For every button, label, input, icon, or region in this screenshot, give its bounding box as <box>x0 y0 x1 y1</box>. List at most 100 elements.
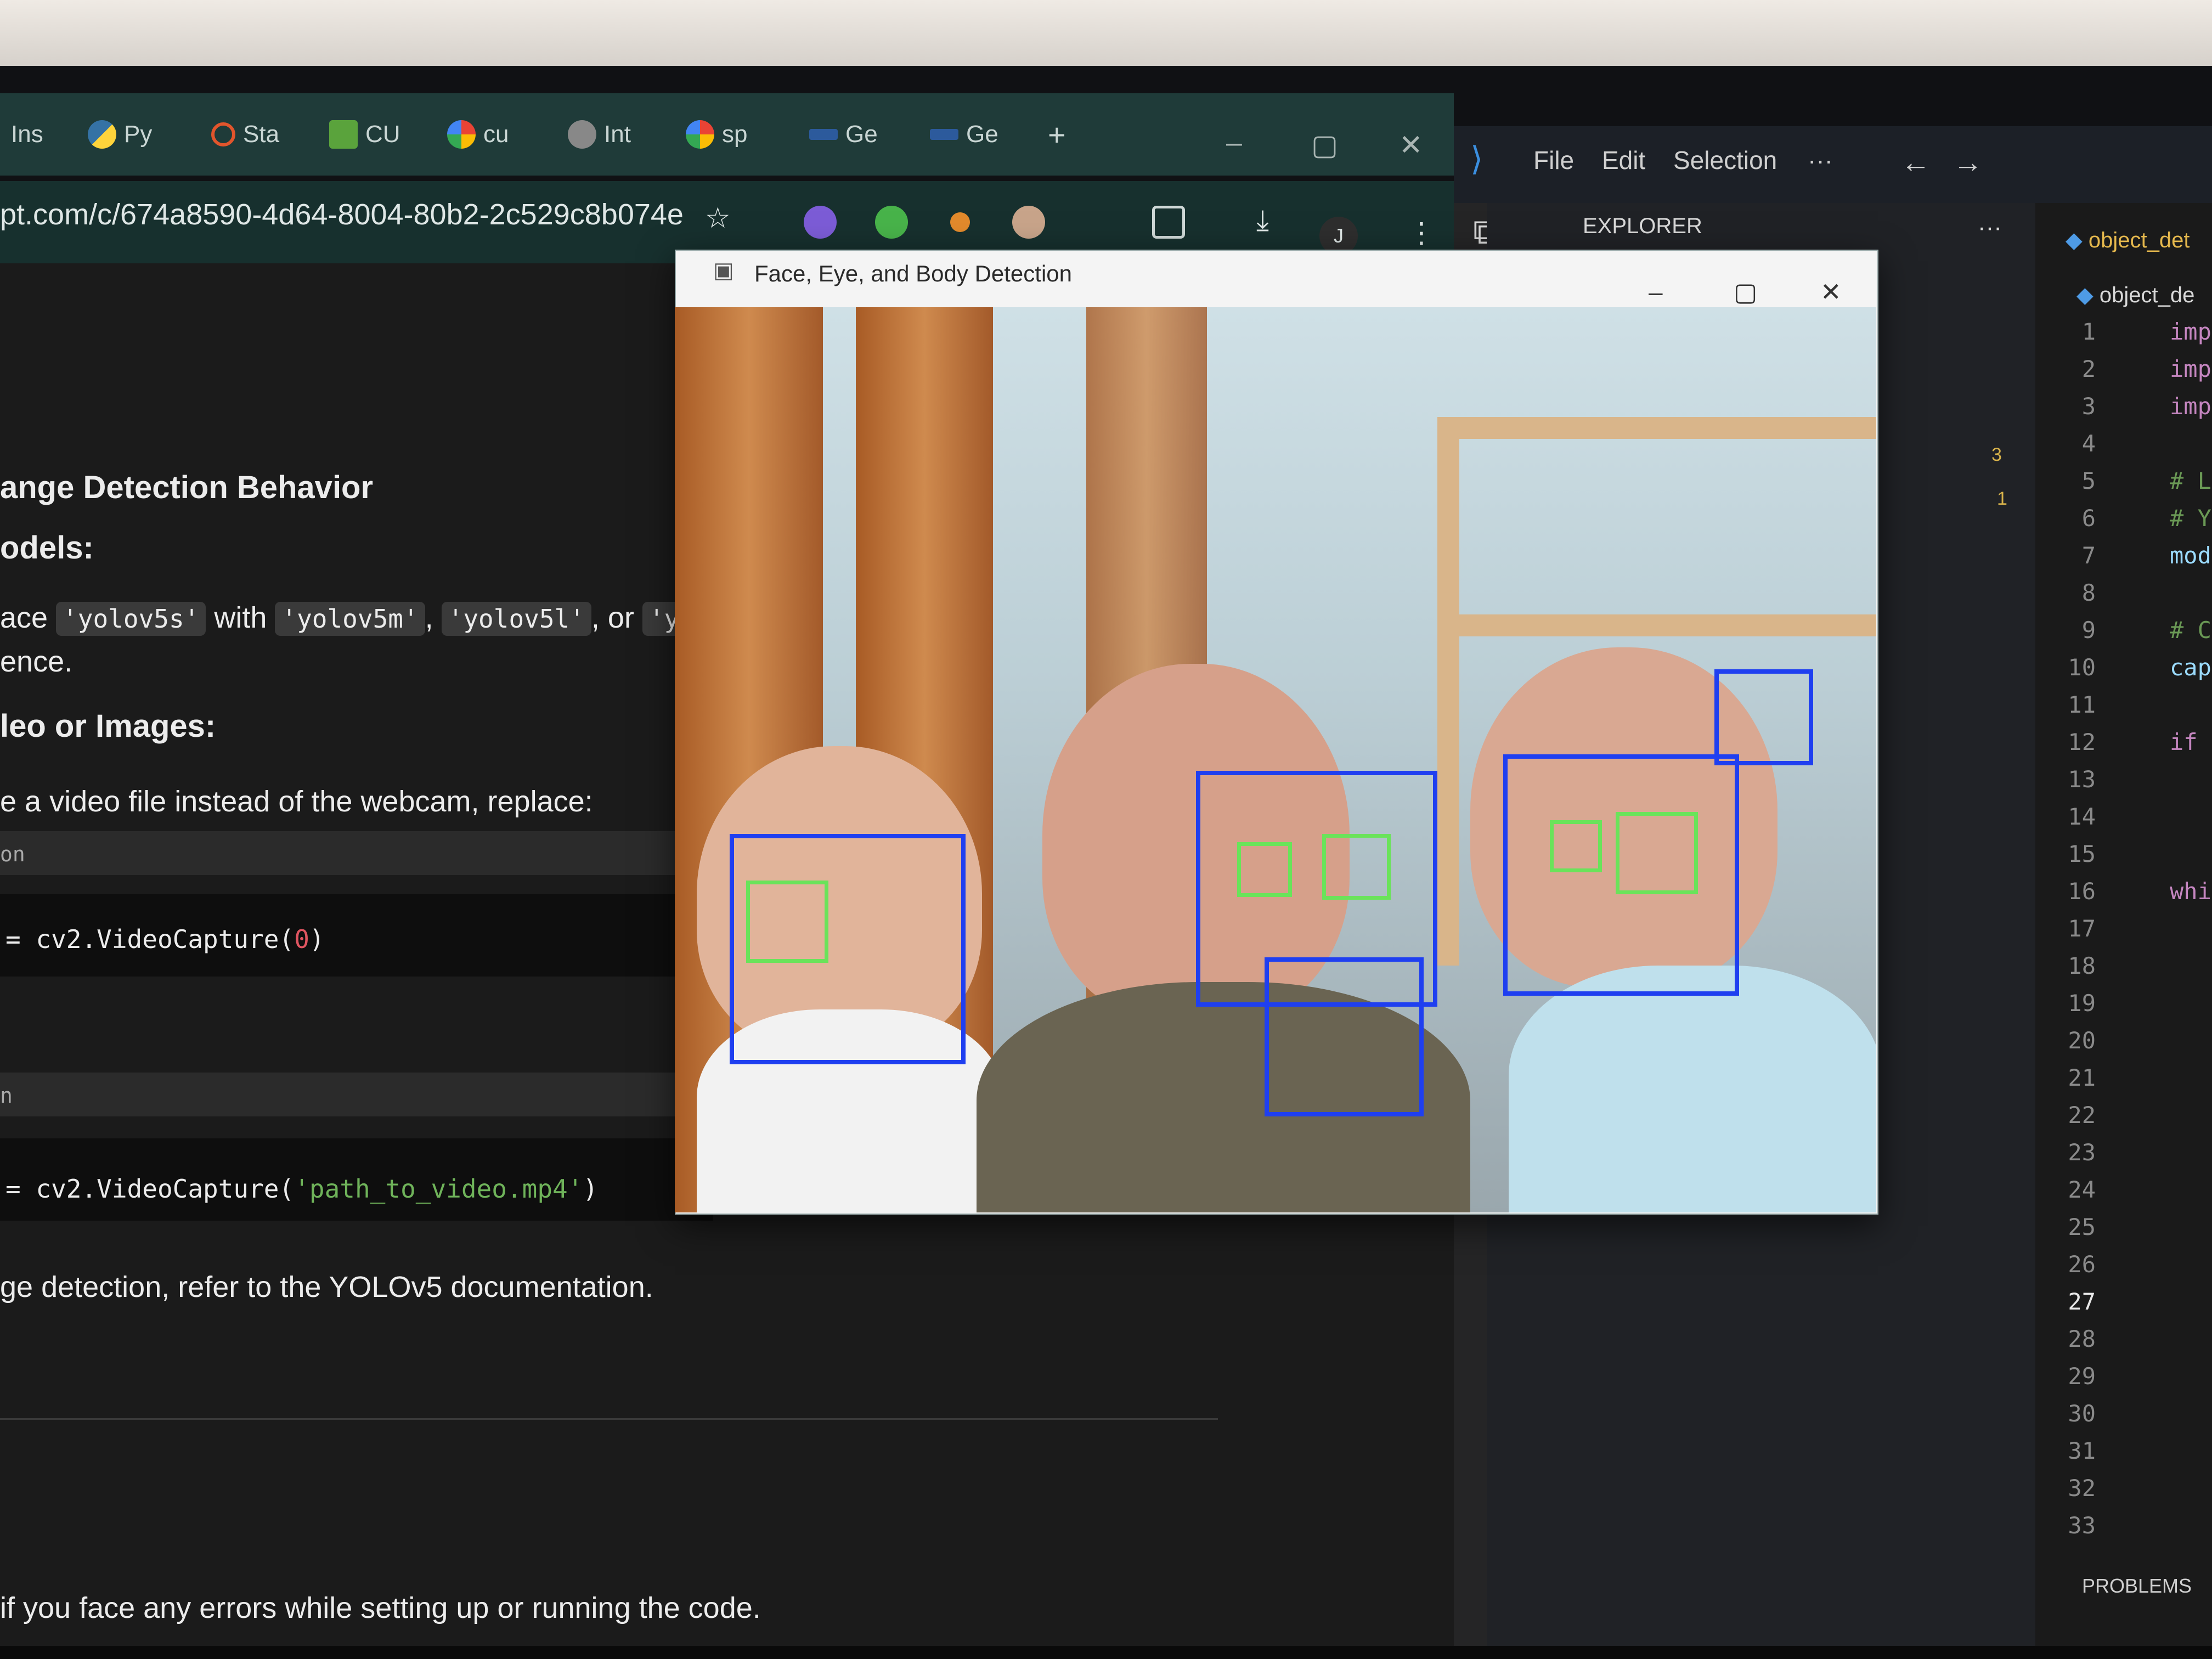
line-number: 28 <box>2068 1325 2096 1352</box>
download-icon[interactable]: ⤓ <box>1256 204 1269 238</box>
line-number: 10 <box>2068 654 2096 681</box>
browser-tab[interactable]: Sta <box>211 112 279 156</box>
line-number: 2 <box>2081 356 2096 382</box>
browser-tab[interactable]: Py <box>88 112 152 156</box>
google-icon <box>686 120 714 149</box>
wall-background <box>0 0 2212 66</box>
code-token: # L <box>2170 467 2211 494</box>
subheading-models: odels: <box>0 530 94 566</box>
line-number: 30 <box>2068 1400 2096 1427</box>
line-number: 31 <box>2068 1437 2096 1464</box>
webcam-video-frame <box>675 307 1876 1212</box>
shelf <box>1437 417 1459 966</box>
line-number: 24 <box>2068 1176 2096 1203</box>
browser-tab[interactable]: Ge <box>930 112 998 156</box>
tab-label: Ge <box>966 121 998 148</box>
code-token: cap <box>2170 654 2211 681</box>
models-paragraph: ace 'yolov5s' with 'yolov5m', 'yolov5l',… <box>0 601 686 636</box>
extensions-puzzle-icon[interactable] <box>1152 206 1185 239</box>
vscode-logo-icon: ⟩ <box>1470 140 1483 177</box>
tab-label: Ins <box>11 121 43 148</box>
code-token: mod <box>2170 542 2211 569</box>
tab-label: CU <box>365 121 400 148</box>
gemini-icon <box>930 129 958 140</box>
eye-bounding-box <box>1550 820 1602 872</box>
tab-label: Sta <box>243 121 280 148</box>
line-number: 25 <box>2068 1214 2096 1240</box>
tab-label: Ge <box>845 121 878 148</box>
browser-menu-icon[interactable]: ⋮ <box>1407 217 1436 250</box>
inline-code: 'yolov5m' <box>275 602 425 636</box>
line-number: 29 <box>2068 1363 2096 1390</box>
browser-close-icon[interactable]: ✕ <box>1399 129 1423 162</box>
forward-arrow-icon[interactable]: → <box>1953 145 1983 179</box>
line-number: 20 <box>2068 1027 2096 1054</box>
extension-icon[interactable] <box>875 206 908 239</box>
models-paragraph-end: ence. <box>0 645 73 678</box>
line-number: 18 <box>2068 952 2096 979</box>
close-button[interactable]: ✕ <box>1820 277 1842 307</box>
new-tab-button[interactable]: + <box>1048 112 1066 156</box>
bookmark-star-icon[interactable]: ☆ <box>705 202 731 235</box>
eye-bounding-box <box>1237 842 1292 897</box>
line-number: 23 <box>2068 1139 2096 1166</box>
person-right-shirt <box>1509 966 1876 1212</box>
code-token: imp <box>2170 356 2211 382</box>
line-number: 7 <box>2081 542 2096 569</box>
face-bounding-box <box>1714 669 1813 765</box>
video-paragraph: e a video file instead of the webcam, re… <box>0 785 593 818</box>
code-block-header <box>0 831 713 875</box>
code-token: if <box>2170 729 2198 755</box>
line-number: 4 <box>2081 430 2096 457</box>
line-number: 8 <box>2081 579 2096 606</box>
python-icon <box>88 120 116 149</box>
line-number: 19 <box>2068 990 2096 1017</box>
line-number: 3 <box>2081 393 2096 420</box>
minimize-button[interactable]: – <box>1649 277 1663 307</box>
eye-bounding-box <box>1322 834 1391 900</box>
browser-minimize-icon[interactable]: – <box>1226 126 1242 159</box>
panel-tab-problems[interactable]: PROBLEMS <box>2082 1575 2192 1598</box>
line-number: 26 <box>2068 1251 2096 1278</box>
menu-edit[interactable]: Edit <box>1602 145 1645 175</box>
breadcrumb: ◆ object_de <box>2076 283 2195 307</box>
line-number: 6 <box>2081 505 2096 532</box>
extension-icon[interactable] <box>1012 206 1045 239</box>
errors-paragraph: if you face any errors while setting up … <box>0 1592 761 1624</box>
tab-label: sp <box>722 121 748 148</box>
browser-tab[interactable]: Int <box>568 112 631 156</box>
editor-tab[interactable]: ◆ object_det <box>2066 228 2190 253</box>
browser-tab[interactable]: Ins <box>11 112 43 156</box>
line-number: 16 <box>2068 878 2096 905</box>
line-number: 1 <box>2081 318 2096 345</box>
code-language-label: n <box>0 1084 13 1108</box>
line-number: 32 <box>2068 1475 2096 1502</box>
detection-window-title: Face, Eye, and Body Detection <box>754 261 1072 286</box>
line-number: 5 <box>2081 467 2096 494</box>
maximize-button[interactable]: ▢ <box>1734 277 1757 307</box>
extension-icon[interactable] <box>950 212 970 232</box>
line-number: 15 <box>2068 840 2096 867</box>
browser-tab[interactable]: Ge <box>809 112 878 156</box>
browser-tab[interactable]: sp <box>686 112 747 156</box>
back-arrow-icon[interactable]: ← <box>1901 145 1931 179</box>
menu-selection[interactable]: Selection <box>1673 145 1777 175</box>
eye-bounding-box <box>746 881 828 963</box>
line-number: 17 <box>2068 915 2096 942</box>
browser-maximize-icon[interactable]: ▢ <box>1311 129 1338 162</box>
code-block-header <box>0 1073 713 1116</box>
inline-code: 'yolov5s' <box>56 602 206 636</box>
eye-bounding-box <box>1616 812 1698 894</box>
face-bounding-box <box>1265 957 1424 1116</box>
extension-icon[interactable] <box>804 206 837 239</box>
code-token: imp <box>2170 318 2211 345</box>
line-number: 27 <box>2068 1288 2096 1315</box>
browser-tab[interactable]: cu <box>447 112 509 156</box>
url-input[interactable]: pt.com/c/674a8590-4d64-8004-80b2-2c529c8… <box>0 198 684 232</box>
shelf <box>1437 417 1876 439</box>
menu-file[interactable]: File <box>1533 145 1574 175</box>
explorer-more-button[interactable]: ··· <box>1978 214 2002 241</box>
browser-tab[interactable]: CU <box>329 112 400 156</box>
menu-more[interactable]: ··· <box>1808 145 1833 175</box>
code-token: imp <box>2170 393 2211 420</box>
